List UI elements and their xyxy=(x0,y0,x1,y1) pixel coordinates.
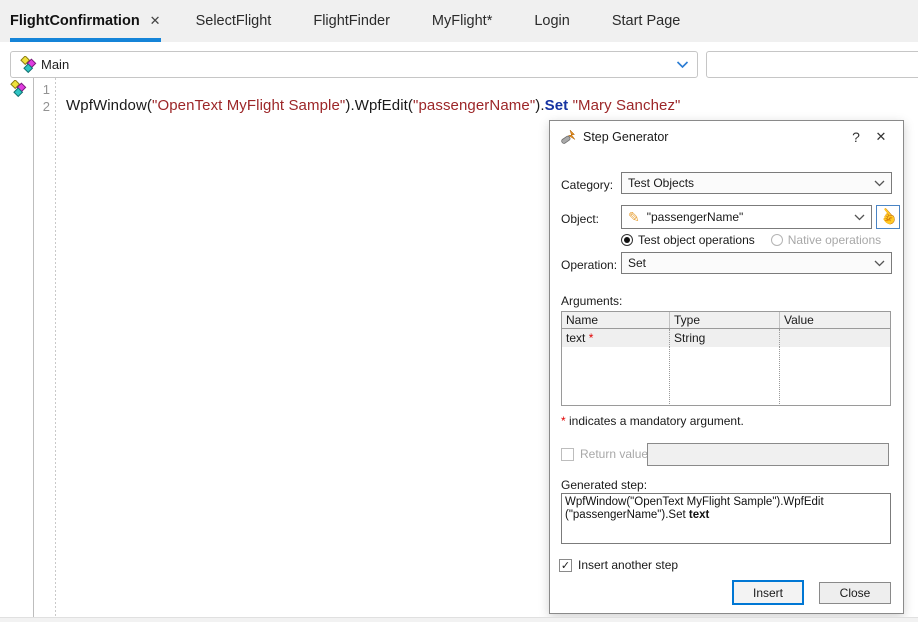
line-number: 2 xyxy=(36,99,50,114)
return-value-row: Return value xyxy=(561,447,648,461)
object-value: "passengerName" xyxy=(647,210,744,224)
object-dropdown[interactable]: ✎ "passengerName" xyxy=(621,205,872,229)
radio-test-object-operations[interactable] xyxy=(621,234,633,246)
tab-label: FlightFinder xyxy=(313,13,390,29)
return-value-field xyxy=(647,443,889,466)
generated-step-box[interactable]: WpfWindow("OpenText MyFlight Sample").Wp… xyxy=(561,493,891,544)
insert-another-step-row: ✓ Insert another step xyxy=(559,558,678,572)
close-icon[interactable]: ✕ xyxy=(870,127,892,147)
tab-flightconfirmation[interactable]: FlightConfirmation ✕ xyxy=(10,0,161,42)
dialog-titlebar[interactable]: Step Generator ? ✕ xyxy=(550,121,903,153)
object-label: Object: xyxy=(561,212,599,226)
radio-selected-dot xyxy=(624,237,630,243)
insert-another-step-checkbox[interactable]: ✓ xyxy=(559,559,572,572)
table-empty-area xyxy=(562,347,890,406)
generated-step-arg: text xyxy=(689,509,709,521)
chevron-down-icon xyxy=(676,61,689,69)
code-token-string: "Mary Sanchez" xyxy=(573,97,681,114)
generated-step-label: Generated step: xyxy=(561,478,647,492)
edit-pencil-icon: ✎ xyxy=(628,209,640,226)
arguments-table: Name Type Value text * String xyxy=(561,311,891,406)
column-header-name: Name xyxy=(562,312,670,328)
tab-selectflight[interactable]: SelectFlight xyxy=(175,0,293,42)
generated-step-line1: WpfWindow("OpenText MyFlight Sample").Wp… xyxy=(565,496,887,509)
code-token-punct: ). xyxy=(535,97,544,114)
editor-toolbar: Main xyxy=(0,42,918,78)
step-generator-dialog: Step Generator ? ✕ Category: Test Object… xyxy=(549,120,904,614)
scope-selector-combo[interactable]: Main xyxy=(10,51,698,78)
chevron-down-icon xyxy=(874,260,885,267)
action-diamonds-icon xyxy=(9,80,27,103)
scope-selector-value: Main xyxy=(41,57,69,72)
category-dropdown[interactable]: Test Objects xyxy=(621,172,892,194)
tab-startpage[interactable]: Start Page xyxy=(591,0,702,42)
generated-step-line2: ("passengerName").Set xyxy=(565,509,689,521)
tab-label: FlightConfirmation xyxy=(10,13,140,29)
code-line-2[interactable]: WpfWindow("OpenText MyFlight Sample").Wp… xyxy=(66,97,681,114)
arguments-label: Arguments: xyxy=(561,294,622,308)
return-value-label: Return value xyxy=(580,447,648,461)
operation-value: Set xyxy=(628,256,646,270)
insert-button[interactable]: Insert xyxy=(732,580,804,605)
pointing-hand-icon: ☝ xyxy=(875,204,901,230)
step-generator-icon xyxy=(560,129,576,148)
arguments-table-header: Name Type Value xyxy=(562,312,890,329)
gutter-divider xyxy=(33,78,34,617)
insert-another-step-label: Insert another step xyxy=(578,558,678,572)
line-number-divider xyxy=(55,78,56,617)
code-token-string: "passengerName" xyxy=(413,97,535,114)
mandatory-asterisk: * xyxy=(561,414,566,428)
tab-label: Start Page xyxy=(612,13,681,29)
radio-native-label: Native operations xyxy=(788,233,881,247)
chevron-down-icon xyxy=(854,214,865,221)
tab-myflight[interactable]: MyFlight* xyxy=(411,0,513,42)
code-token-call: ).WpfEdit( xyxy=(345,97,413,114)
secondary-selector-box[interactable] xyxy=(706,51,918,78)
mandatory-note: * indicates a mandatory argument. xyxy=(561,414,744,428)
code-token-keyword: Set xyxy=(545,97,569,114)
column-header-type: Type xyxy=(670,312,780,328)
column-header-value: Value xyxy=(780,312,890,328)
return-value-checkbox xyxy=(561,448,574,461)
app-window: FlightConfirmation ✕ SelectFlight Flight… xyxy=(0,0,918,622)
argument-value-cell[interactable] xyxy=(780,329,890,347)
line-number: 1 xyxy=(36,82,50,97)
category-label: Category: xyxy=(561,178,613,192)
argument-row-text[interactable]: text * String xyxy=(562,329,890,347)
operation-label: Operation: xyxy=(561,258,617,272)
tab-label: SelectFlight xyxy=(196,13,272,29)
tab-close-icon[interactable]: ✕ xyxy=(150,13,161,29)
category-value: Test Objects xyxy=(628,176,694,190)
operation-type-radios: Test object operations Native operations xyxy=(621,233,897,247)
bottom-strip xyxy=(0,617,918,622)
close-button[interactable]: Close xyxy=(819,582,891,604)
dialog-title: Step Generator xyxy=(583,130,668,144)
pointing-hand-button[interactable]: ☝ xyxy=(876,205,900,229)
operation-dropdown[interactable]: Set xyxy=(621,252,892,274)
tab-flightfinder[interactable]: FlightFinder xyxy=(292,0,411,42)
tab-login[interactable]: Login xyxy=(513,0,590,42)
mandatory-asterisk: * xyxy=(589,331,594,345)
code-token-string: "OpenText MyFlight Sample" xyxy=(152,97,345,114)
column-guide xyxy=(670,347,780,406)
tab-label: Login xyxy=(534,13,569,29)
argument-type-cell: String xyxy=(670,329,780,347)
chevron-down-icon xyxy=(874,180,885,187)
radio-test-object-label: Test object operations xyxy=(638,233,755,247)
code-token-call: WpfWindow( xyxy=(66,97,152,114)
document-tab-bar: FlightConfirmation ✕ SelectFlight Flight… xyxy=(0,0,918,42)
help-icon[interactable]: ? xyxy=(846,127,866,147)
tab-label: MyFlight* xyxy=(432,13,492,29)
argument-name-cell: text * xyxy=(562,329,670,347)
action-diamonds-icon xyxy=(19,56,37,74)
radio-native-operations xyxy=(771,234,783,246)
column-guide xyxy=(562,347,670,406)
